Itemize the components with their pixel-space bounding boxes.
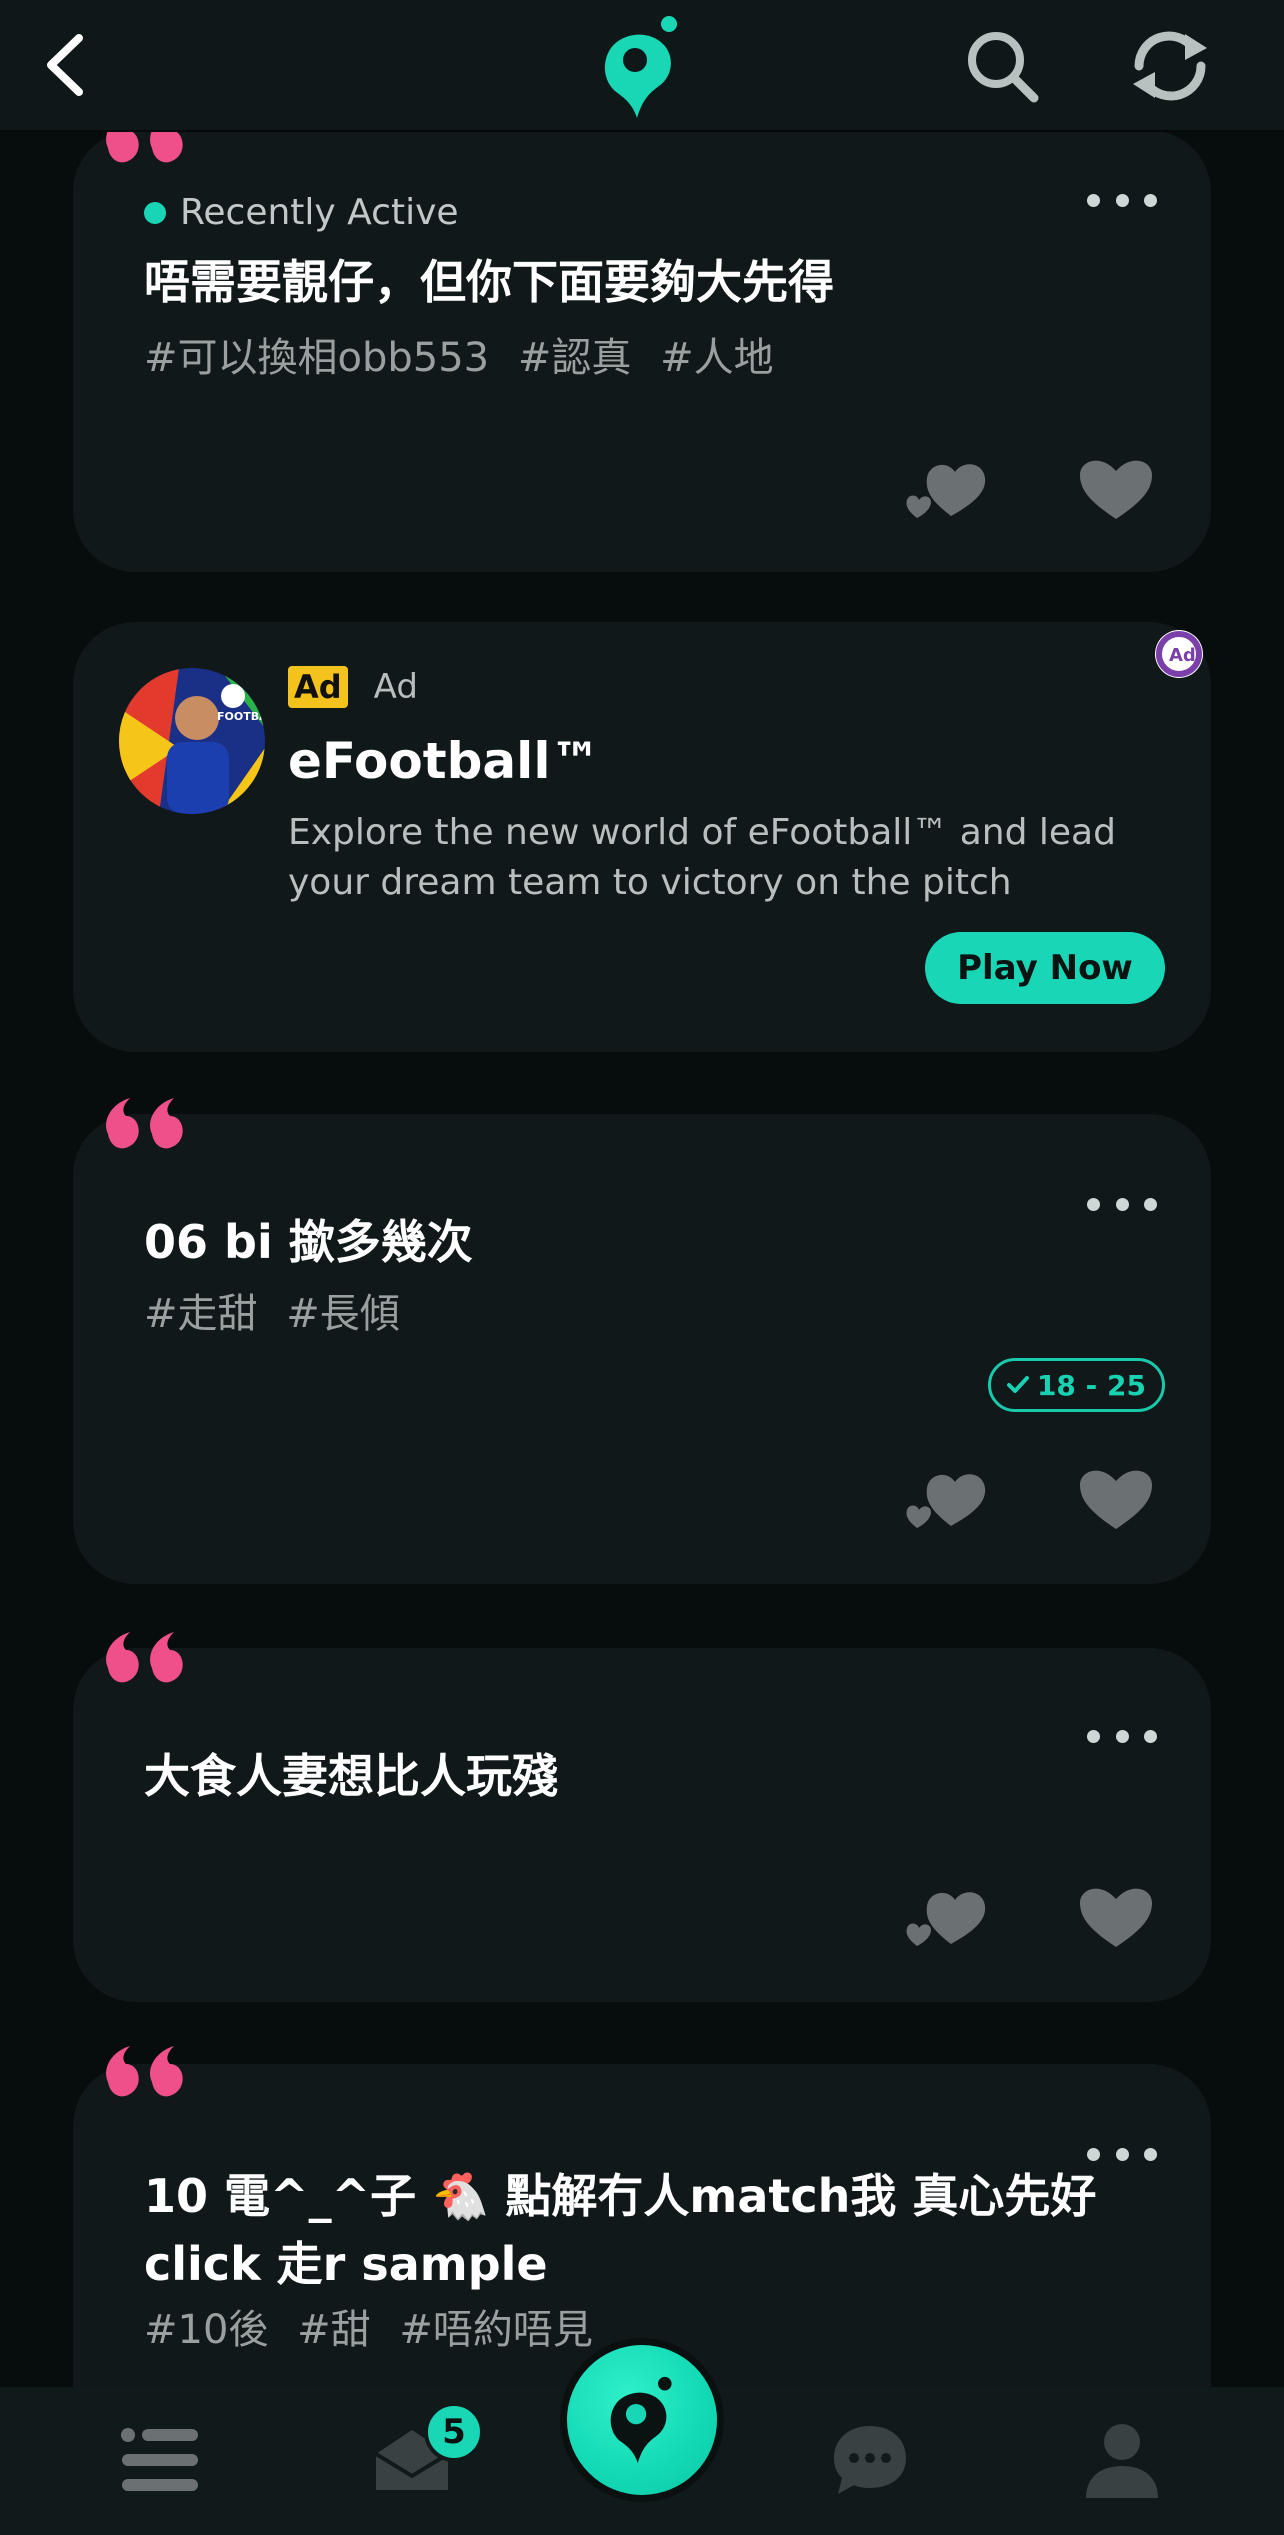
more-options-button[interactable] bbox=[1087, 182, 1157, 218]
adchoices-icon[interactable]: Ad bbox=[1151, 626, 1207, 682]
post-title: 06 bi 撳多幾次 bbox=[144, 1215, 473, 1269]
tag[interactable]: #認真 bbox=[518, 335, 632, 381]
top-bar bbox=[0, 0, 1284, 132]
double-heart-icon bbox=[906, 1474, 986, 1528]
heart-icon bbox=[1080, 1470, 1152, 1529]
ad-description: Explore the new world of eFootball™ and … bbox=[288, 812, 1116, 903]
profile-icon bbox=[1086, 2424, 1158, 2498]
tag[interactable]: #人地 bbox=[660, 335, 774, 381]
post-tags: #可以換相obb553 #認真 #人地 bbox=[144, 330, 1121, 386]
ad-title: eFootball™ bbox=[288, 732, 601, 790]
super-like-button[interactable] bbox=[903, 448, 993, 528]
super-like-button[interactable] bbox=[903, 1876, 993, 1956]
ad-chip: Ad bbox=[288, 666, 348, 708]
age-range-badge: 18 - 25 bbox=[987, 1358, 1165, 1412]
svg-text:Ad: Ad bbox=[1169, 645, 1196, 666]
super-like-button[interactable] bbox=[903, 1458, 993, 1538]
quote-mark-icon bbox=[106, 2046, 183, 2097]
heart-icon bbox=[1080, 460, 1152, 519]
age-range-text: 18 - 25 bbox=[1036, 1368, 1146, 1402]
heart-icon bbox=[1080, 1888, 1152, 1947]
post-card[interactable]: Recently Active 唔需要靚仔，但你下面要夠大先得 #可以換相obb… bbox=[73, 130, 1211, 572]
nav-chat[interactable] bbox=[810, 2405, 930, 2515]
double-heart-icon bbox=[906, 464, 986, 518]
post-title: 大食人妻想比人玩殘 bbox=[144, 1749, 558, 1803]
ad-card[interactable]: FOOTBALL Ad Ad eFootball™ Explore the ne… bbox=[73, 622, 1211, 1052]
like-button[interactable] bbox=[1071, 1876, 1161, 1956]
search-button[interactable] bbox=[950, 18, 1054, 114]
play-now-button[interactable]: Play Now bbox=[925, 932, 1165, 1004]
tag[interactable]: #長傾 bbox=[286, 1291, 400, 1337]
app-logo[interactable] bbox=[592, 12, 692, 122]
post-card[interactable]: 06 bi 撳多幾次 #走甜 #長傾 18 - 25 bbox=[73, 1114, 1211, 1584]
post-tags: #走甜 #長傾 bbox=[144, 1286, 1121, 1342]
chat-icon bbox=[834, 2426, 906, 2494]
ad-label: Ad bbox=[373, 667, 418, 707]
search-icon bbox=[968, 32, 1039, 103]
check-icon bbox=[1006, 1376, 1029, 1393]
tag[interactable]: #10後 bbox=[144, 2307, 268, 2353]
inbox-badge: 5 bbox=[424, 2402, 484, 2462]
nav-profile[interactable] bbox=[1062, 2405, 1182, 2515]
quote-mark-icon bbox=[106, 1098, 183, 1149]
ad-image: FOOTBALL bbox=[119, 668, 265, 814]
like-button[interactable] bbox=[1071, 448, 1161, 528]
tag[interactable]: #唔約唔見 bbox=[399, 2307, 593, 2353]
status-text: Recently Active bbox=[180, 192, 459, 233]
app-logo-icon bbox=[604, 16, 677, 118]
post-title: 唔需要靚仔，但你下面要夠大先得 bbox=[144, 255, 834, 309]
nav-feed[interactable] bbox=[100, 2405, 220, 2515]
list-icon bbox=[121, 2428, 198, 2491]
back-button[interactable] bbox=[20, 20, 110, 110]
tag[interactable]: #走甜 bbox=[144, 1291, 258, 1337]
home-logo-icon bbox=[610, 2376, 672, 2464]
back-icon bbox=[47, 34, 83, 96]
home-button[interactable] bbox=[560, 2338, 724, 2502]
tag[interactable]: #甜 bbox=[297, 2307, 371, 2353]
quote-mark-icon bbox=[106, 1632, 183, 1683]
online-dot-icon bbox=[144, 201, 166, 224]
post-title: 10 電^_^子 🐔 點解冇人match我 真心先好click 走r sampl… bbox=[144, 2169, 1097, 2291]
activity-status: Recently Active bbox=[144, 192, 459, 233]
refresh-icon bbox=[1133, 31, 1207, 101]
like-button[interactable] bbox=[1071, 1458, 1161, 1538]
post-card[interactable]: 大食人妻想比人玩殘 bbox=[73, 1648, 1211, 2002]
tag[interactable]: #可以換相obb553 bbox=[144, 335, 489, 381]
svg-text:FOOTBALL: FOOTBALL bbox=[217, 710, 265, 723]
refresh-button[interactable] bbox=[1118, 18, 1222, 114]
double-heart-icon bbox=[906, 1892, 986, 1946]
ad-label-row: Ad Ad bbox=[288, 666, 418, 708]
